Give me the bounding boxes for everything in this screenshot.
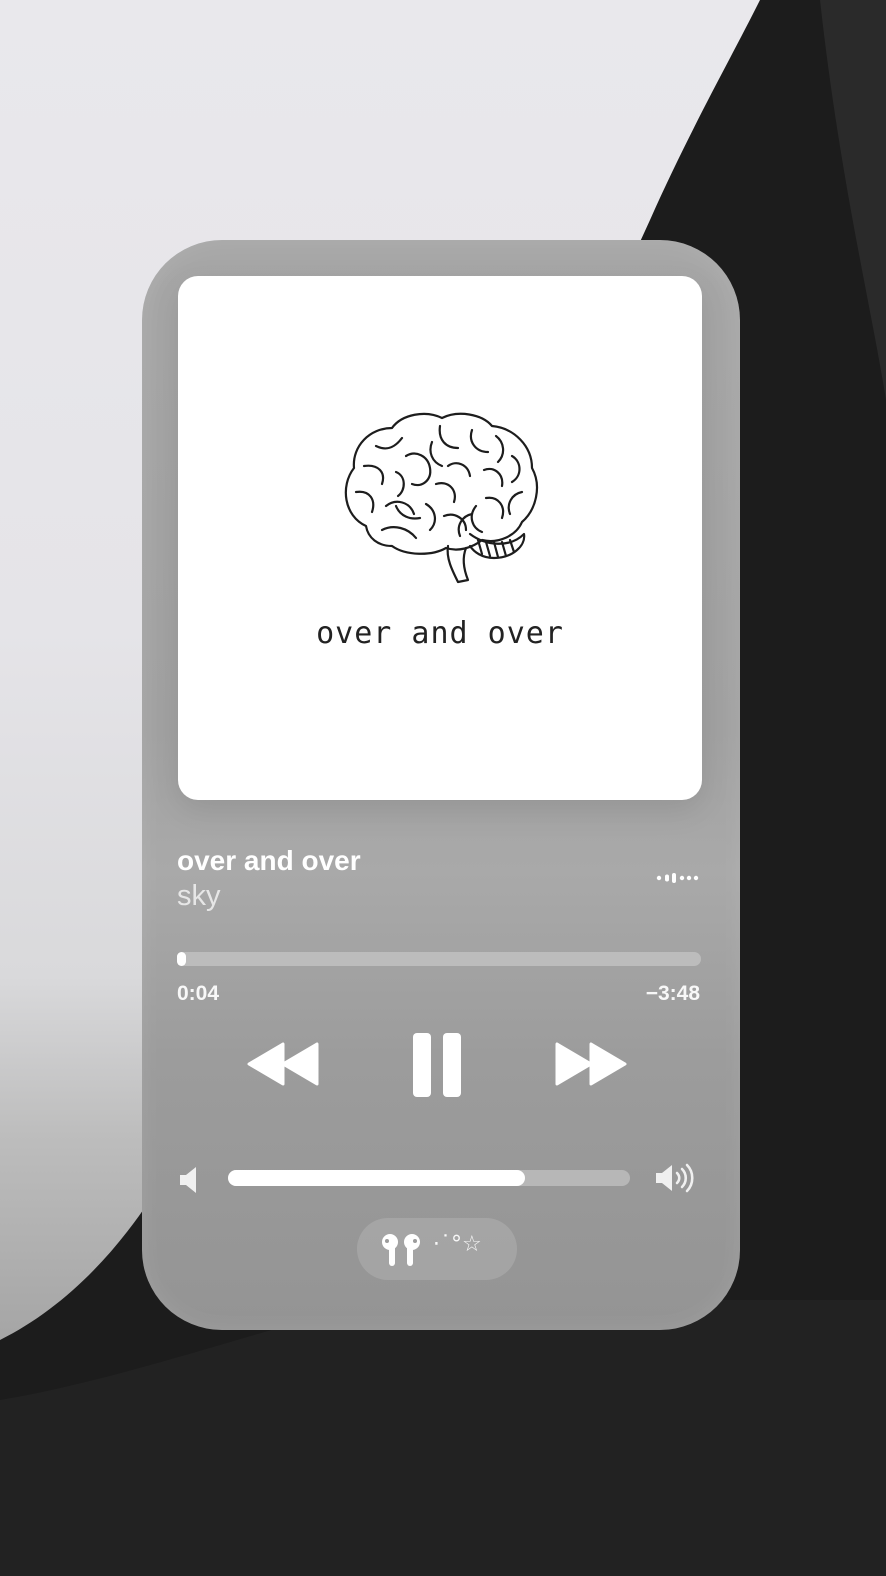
more-options-icon[interactable] (656, 872, 700, 884)
volume-level (228, 1170, 526, 1186)
fast-forward-button[interactable] (555, 1042, 627, 1086)
volume-high-icon (656, 1163, 694, 1193)
airpods-icon (382, 1234, 420, 1266)
scrubber-progress (177, 952, 186, 966)
audio-route-label: ⋅˙°☆ (433, 1232, 482, 1257)
playback-scrubber[interactable] (177, 952, 701, 966)
time-elapsed: 0:04 (177, 982, 220, 1005)
volume-slider[interactable] (228, 1170, 630, 1186)
brain-icon (344, 412, 539, 584)
volume-low-icon (180, 1167, 196, 1193)
now-playing-card: over and over over and over sky 0:04 −3:… (142, 240, 740, 1330)
track-title: over and over (177, 845, 361, 876)
audio-route-button[interactable]: ⋅˙°☆ (357, 1218, 517, 1280)
rewind-button[interactable] (247, 1042, 319, 1086)
time-remaining: −3:48 (645, 982, 700, 1005)
album-artwork[interactable]: over and over (178, 276, 702, 800)
track-artist[interactable]: sky (177, 880, 221, 913)
pause-button[interactable] (412, 1032, 462, 1098)
artwork-caption: over and over (316, 616, 564, 651)
